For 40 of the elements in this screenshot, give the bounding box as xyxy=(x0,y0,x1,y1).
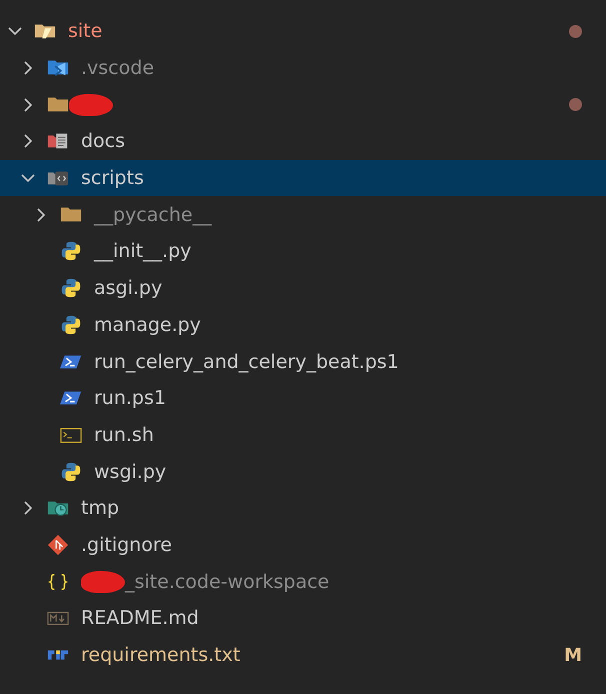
file-name: run.sh xyxy=(94,424,154,446)
tree-item[interactable]: asgi.py xyxy=(0,270,606,306)
file-name: __init__.py xyxy=(94,240,192,262)
file-name: site xyxy=(68,20,102,42)
tree-item[interactable]: requirements.txt M xyxy=(0,636,606,674)
tree-item[interactable]: wsgi.py xyxy=(0,453,606,490)
tree-item[interactable]: .gitignore xyxy=(0,526,606,564)
file-name: tmp xyxy=(81,497,120,520)
file-name: _site.code-workspace xyxy=(125,570,330,593)
python-icon xyxy=(60,277,82,300)
tree-item[interactable]: run_celery_and_celery_beat.ps1 xyxy=(0,343,606,380)
file-name: run.ps1 xyxy=(94,387,166,410)
file-name: asgi.py xyxy=(94,277,162,300)
file-name: requirements.txt xyxy=(81,644,240,666)
tree-item[interactable]: __pycache__ xyxy=(0,196,606,234)
python-icon xyxy=(60,314,82,336)
tree-item[interactable]: run.sh xyxy=(0,416,606,454)
file-name: wsgi.py xyxy=(94,460,166,483)
file-name: __pycache__ xyxy=(94,204,212,226)
file-name: run_celery_and_celery_beat.ps1 xyxy=(94,350,399,373)
git-icon xyxy=(47,534,69,556)
file-name: manage.py xyxy=(94,314,201,336)
file-name: .gitignore xyxy=(81,534,172,556)
tree-item[interactable]: _site.code-workspace xyxy=(0,563,606,600)
python-icon xyxy=(60,460,82,483)
tree-item[interactable]: scripts xyxy=(0,160,606,196)
file-name: README.md xyxy=(81,607,199,630)
git-status: M xyxy=(564,644,582,666)
python-icon xyxy=(60,240,82,262)
file-name: docs xyxy=(81,130,126,152)
tree-item[interactable]: run.ps1 xyxy=(0,380,606,417)
tree-item[interactable]: docs xyxy=(0,123,606,160)
file-name: .vscode xyxy=(81,57,154,80)
tree-item[interactable]: site xyxy=(0,13,606,50)
tree-item[interactable]: tmp xyxy=(0,490,606,527)
tree-item[interactable]: .vscode xyxy=(0,50,606,86)
file-name: scripts xyxy=(81,167,144,190)
tree-item[interactable]: __init__.py xyxy=(0,233,606,270)
tree-item[interactable]: README.md xyxy=(0,600,606,637)
tree-item[interactable]: manage.py xyxy=(0,306,606,344)
